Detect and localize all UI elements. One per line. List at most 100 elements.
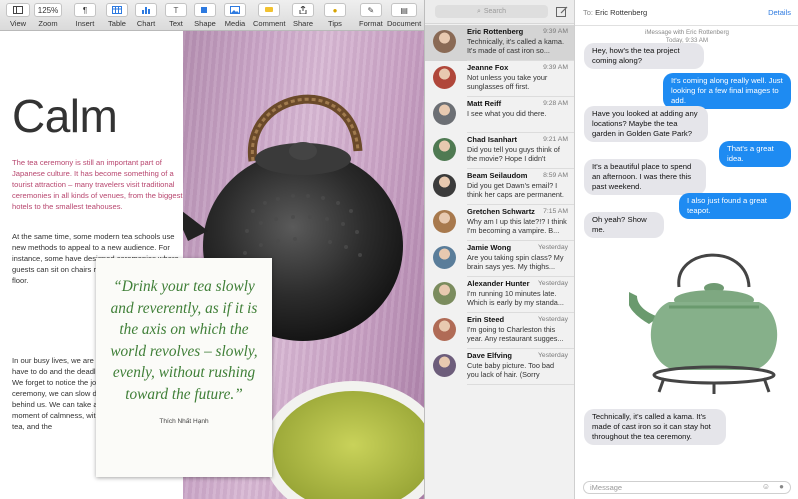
- conversation-time: Yesterday: [538, 352, 568, 359]
- comment-icon: [265, 7, 274, 12]
- text-label: Text: [169, 19, 183, 28]
- messages-window: ⌕ Search Eric Rottenberg 9:39 AM Technical…: [424, 0, 798, 499]
- insert-button[interactable]: ¶ Insert: [74, 3, 96, 28]
- conversation-time: Yesterday: [538, 244, 568, 251]
- media-icon: [230, 6, 240, 14]
- document-canvas[interactable]: Calm The tea ceremony is still an import…: [0, 31, 424, 499]
- text-button[interactable]: T Text: [165, 3, 187, 28]
- outgoing-message[interactable]: I also just found a great teapot.: [679, 193, 791, 219]
- document-icon: ▤: [400, 5, 408, 15]
- conversation-item[interactable]: Eric Rottenberg 9:39 AM Technically, it's …: [425, 25, 574, 61]
- avatar: [433, 318, 456, 341]
- conversation-item[interactable]: Jeanne Fox 9:39 AM Not unless you take you…: [425, 61, 574, 97]
- emoji-icon[interactable]: ☺: [762, 482, 770, 491]
- recipient-field[interactable]: To: Eric Rottenberg: [583, 8, 647, 17]
- conversation-sidebar: ⌕ Search Eric Rottenberg 9:39 AM Technical…: [425, 0, 575, 499]
- message-preview: I see what you did there.: [467, 109, 547, 118]
- tips-button[interactable]: ● Tips: [324, 3, 346, 28]
- search-icon: ⌕: [476, 7, 481, 15]
- quote-author: Thích Nhất Hạnh: [159, 418, 209, 425]
- message-preview: Are you taking spin class? My brain says…: [467, 253, 564, 272]
- media-button[interactable]: Media: [224, 3, 246, 28]
- share-icon: [299, 6, 307, 14]
- pages-window: View 125% Zoom ¶ Insert Table Chart T Te…: [0, 0, 424, 499]
- conversation-item[interactable]: Gretchen Schwartz 7:15 AM Why am I up this…: [425, 205, 574, 241]
- search-input[interactable]: ⌕ Search: [435, 5, 548, 18]
- pull-quote[interactable]: “Drink your tea slowly and reverently, a…: [96, 258, 272, 477]
- avatar: [433, 210, 456, 233]
- insert-label: Insert: [75, 19, 95, 28]
- search-placeholder: Search: [483, 8, 507, 15]
- conversation-item[interactable]: Matt Reiff 9:28 AM I see what you did ther…: [425, 97, 574, 133]
- conversation-time: 8:59 AM: [543, 172, 568, 179]
- table-label: Table: [108, 19, 126, 28]
- chart-label: Chart: [136, 19, 156, 28]
- zoom-button[interactable]: 125% Zoom: [34, 3, 62, 28]
- teapot-attachment[interactable]: [629, 232, 795, 402]
- conversation-item[interactable]: Chad Isanhart 9:21 AM Did you tell you guy…: [425, 133, 574, 169]
- contact-name: Gretchen Schwartz: [467, 207, 535, 216]
- compose-icon[interactable]: [556, 6, 568, 17]
- view-button[interactable]: View: [6, 3, 30, 28]
- outgoing-message[interactable]: That's a great idea.: [719, 141, 791, 167]
- incoming-message[interactable]: Have you looked at adding any locations?…: [584, 106, 708, 142]
- recipient-name: Eric Rottenberg: [595, 8, 648, 17]
- message-preview: I'm going to Charleston this year. Any r…: [467, 325, 564, 344]
- conversation-time: 7:15 AM: [543, 208, 568, 215]
- message-preview: Why am I up this late?!? I think I'm bec…: [467, 217, 567, 236]
- contact-name: Beam Seilaudom: [467, 171, 528, 180]
- divider: [467, 384, 574, 385]
- zoom-value: 125%: [34, 3, 62, 17]
- comment-button[interactable]: Comment: [253, 3, 286, 28]
- incoming-message[interactable]: Hey, how's the tea project coming along?: [584, 43, 704, 69]
- quote-text: “Drink your tea slowly and reverently, a…: [110, 278, 258, 403]
- shape-button[interactable]: Shape: [194, 3, 216, 28]
- message-preview: I'm running 10 minutes late. Which is ea…: [467, 289, 564, 308]
- incoming-message[interactable]: It's a beautiful place to spend an after…: [584, 159, 706, 195]
- avatar: [433, 354, 456, 377]
- outgoing-message[interactable]: It's coming along really well. Just look…: [663, 73, 791, 109]
- document-button[interactable]: ▤ Document: [387, 3, 421, 28]
- avatar: [433, 246, 456, 269]
- conversation-item[interactable]: Erin Steed Yesterday I'm going to Charlest…: [425, 313, 574, 349]
- conversation-item[interactable]: Jamie Wong Yesterday Are you taking spin c…: [425, 241, 574, 277]
- conversation-time: 9:28 AM: [543, 100, 568, 107]
- chart-button[interactable]: Chart: [135, 3, 157, 28]
- paintbrush-icon: ✎: [367, 5, 375, 15]
- contact-name: Alexander Hunter: [467, 279, 530, 288]
- message-preview: Did you get Dawn's email? I think her ca…: [467, 181, 564, 200]
- text-icon: T: [173, 5, 179, 15]
- avatar: [433, 66, 456, 89]
- details-button[interactable]: Details: [768, 8, 791, 17]
- tips-label: Tips: [328, 19, 342, 28]
- conversation-item[interactable]: Beam Seilaudom 8:59 AM Did you get Dawn's …: [425, 169, 574, 205]
- view-label: View: [9, 19, 27, 28]
- lightbulb-icon: ●: [332, 5, 338, 15]
- microphone-icon[interactable]: ●: [779, 482, 784, 491]
- avatar: [433, 174, 456, 197]
- format-button[interactable]: ✎ Format: [359, 3, 383, 28]
- conversation-item[interactable]: Dave Elfving Yesterday Cute baby picture. …: [425, 349, 574, 385]
- media-label: Media: [224, 19, 246, 28]
- incoming-message[interactable]: Technically, it's called a kama. It's ma…: [584, 409, 726, 445]
- contact-name: Jeanne Fox: [467, 63, 509, 72]
- contact-name: Eric Rottenberg: [467, 27, 524, 36]
- table-button[interactable]: Table: [106, 3, 128, 28]
- conversation-item[interactable]: Alexander Hunter Yesterday I'm running 10 …: [425, 277, 574, 313]
- message-preview: Not unless you take your sunglasses off …: [467, 73, 548, 92]
- contact-name: Chad Isanhart: [467, 135, 518, 144]
- composer-placeholder: iMessage: [590, 483, 623, 492]
- conversation-time: 9:21 AM: [543, 136, 568, 143]
- share-button[interactable]: Share: [292, 3, 314, 28]
- to-label: To:: [583, 8, 594, 17]
- chat-header: To: Eric Rottenberg Details: [575, 0, 798, 26]
- zoom-label: Zoom: [38, 19, 58, 28]
- message-input[interactable]: iMessage ☺ ●: [583, 481, 791, 494]
- message-preview: Technically, it's called a kama. It's ma…: [467, 37, 564, 56]
- service-line: iMessage with Eric Rottenberg: [645, 29, 729, 36]
- contact-name: Matt Reiff: [467, 99, 502, 108]
- avatar: [433, 138, 456, 161]
- sidebar-header: ⌕ Search: [425, 0, 574, 24]
- sidebar-icon: [13, 6, 23, 14]
- share-label: Share: [292, 19, 313, 28]
